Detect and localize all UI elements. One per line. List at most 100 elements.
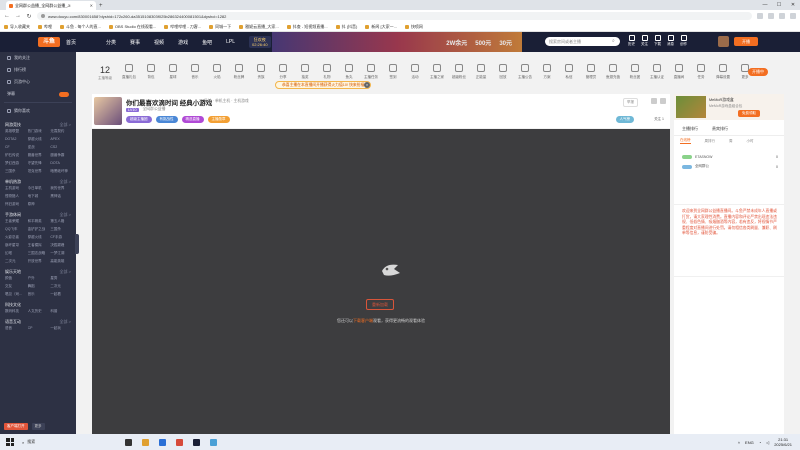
close-window-button[interactable]: ✕ [786,0,800,10]
toolbar-item[interactable]: 主播任务 [360,64,382,80]
nav-link[interactable]: 鱼吧 [202,39,212,46]
category-link[interactable]: 高能英雄 [50,259,71,264]
anchor-tag[interactable]: 主播勋章 [207,116,230,123]
reload-icon[interactable]: ↻ [26,13,32,20]
category-link[interactable]: 唱见（戏... [5,292,26,297]
category-link[interactable]: 主机游戏 [5,186,26,191]
bookmark-item[interactable]: OBS Studio 在线观看... [108,24,156,30]
toolbar-item[interactable]: 星球 [162,64,184,80]
ad-card[interactable]: MeMoR游戏盒 MeMoR游戏盒组合包 免费领取 [674,94,784,120]
rank-badge[interactable]: 人气榜 [615,116,634,123]
file-explorer-icon[interactable] [142,438,150,446]
download-button[interactable]: 下载 [654,35,661,47]
page-scrollbar[interactable] [786,52,800,434]
category-link[interactable]: 王者模拟 [28,243,49,248]
promo-banner[interactable]: 2W余元 500元 30元 [272,32,522,52]
report-button[interactable]: 举报 [623,98,638,107]
subtab[interactable]: 周排行 [705,139,716,144]
toolbar-item[interactable]: 回放 [492,64,514,80]
category-link[interactable]: 原神 [28,202,49,207]
anchor-level[interactable]: 12 主播等级 [92,64,118,81]
more-button[interactable]: 更多 [31,423,45,430]
toolbar-item[interactable]: 主播之家 [426,64,448,80]
sidebar-item-recommend[interactable]: 猜你喜欢 [0,105,76,117]
anchor-name[interactable]: 全网群公益播 [143,107,166,112]
chevron-up-icon[interactable]: ˄ [738,440,740,445]
category-link[interactable]: 三国志战略 [28,251,49,256]
notification-toast[interactable]: 恭喜主播在本直播间开播获得火力值10! 快来抢福利 [275,81,371,89]
sidebar-item-games[interactable]: 页游中心 [0,76,76,88]
category-link[interactable]: CF手游 [50,235,71,240]
bookmark-item[interactable]: 快喷网 [404,24,423,30]
open-client-button[interactable]: 客户端打开 [4,423,28,430]
toolbar-item[interactable]: 背包 [140,64,162,80]
toolbar-item[interactable]: 超级粉丝 [448,64,470,80]
close-tab-icon[interactable]: ✕ [90,3,93,8]
toolbar-item[interactable]: 抽奖 [294,64,316,80]
download-client-link[interactable]: 下载客户端 [353,318,373,323]
category-link[interactable]: 火影忍者 [5,235,26,240]
menu-icon[interactable] [790,13,796,19]
room-category[interactable]: 导航 · 单机主机 · 主机游戏 [204,99,249,104]
windows-start-icon[interactable] [6,438,14,446]
minimize-button[interactable]: — [758,0,772,10]
toolbar-item[interactable]: 签到 [382,64,404,80]
category-link[interactable]: 一梦江湖 [50,251,71,256]
category-link[interactable]: 逆战 [28,145,49,150]
bookmark-item[interactable]: 导入收藏夹 [4,24,30,30]
app-icon[interactable] [176,438,184,446]
browser-tab[interactable]: 全网群公益播_全网群公益播_Ji ✕ [6,1,96,10]
category-link[interactable]: DOTA2 [5,137,26,142]
category-link[interactable]: 音乐 [28,292,49,297]
bookmark-item[interactable]: 哔哩哔哩 - 刀客... [164,24,201,30]
category-link[interactable]: 三国杀 [5,169,26,174]
toolbar-item[interactable]: 活动 [404,64,426,80]
taskbar-search[interactable]: ⌕ 搜索 [22,439,35,445]
category-link[interactable]: 二次元 [5,259,26,264]
douyu-logo[interactable]: 斗鱼 [38,37,60,47]
category-link[interactable]: QQ飞车 [5,227,26,232]
sidebar-collapse-handle[interactable] [75,234,79,254]
anchor-tag[interactable]: 精选直播 [181,116,204,123]
weibo-icon[interactable] [660,98,666,104]
nav-home-link[interactable]: 首页 [66,39,76,46]
category-link[interactable]: 科普 [50,309,71,314]
message-button[interactable]: 消息 [667,35,674,47]
category-link[interactable]: 人文历史 [28,309,49,314]
tab-vip-rank[interactable]: 贵宾排行 [712,126,728,132]
sidebar-item-rank[interactable]: 排行榜 [0,64,76,76]
subtab[interactable]: 小时 [747,139,754,144]
task-view-icon[interactable] [125,438,133,446]
category-link[interactable]: 怪物猎人 [5,194,26,199]
danmu-toggle[interactable] [59,91,69,97]
follow-button[interactable]: 关注 [641,35,648,47]
toolbar-item[interactable]: 鱼翅充值 [602,64,624,80]
category-link[interactable]: 数码科技 [5,309,26,314]
create-button[interactable]: 创作 [680,35,687,47]
category-link[interactable]: 二次元 [50,284,71,289]
toolbar-item[interactable]: 私信 [558,64,580,80]
nav-link[interactable]: 赛事 [130,39,140,46]
category-link[interactable]: 金铲铲之战 [28,227,49,232]
category-link[interactable]: CS2 [50,145,71,150]
site-search-input[interactable]: 搜索房间或者主播 [545,37,620,46]
section-more-link[interactable]: 全部 > [60,319,71,325]
category-link[interactable]: 开放世界 [28,259,49,264]
category-link[interactable]: 三国杀 [50,227,71,232]
toolbar-item[interactable]: 鱼丸 [338,64,360,80]
category-link[interactable]: 穿越火线 [28,235,49,240]
share-icon[interactable] [651,98,657,104]
category-link[interactable]: 梦幻西游 [5,161,26,166]
section-more-link[interactable]: 全部 > [60,269,71,275]
category-link[interactable]: 崩坏星穹 [5,243,26,248]
clock[interactable]: 21:31 2025/6/21 [774,437,792,447]
volume-icon[interactable]: ◁ [766,440,769,445]
rank-row[interactable]: 全网群公 0 [674,162,784,171]
live-status-button[interactable]: 开播中 [748,68,768,76]
bookmark-item[interactable]: 抖查 - 短视频直播... [286,24,328,30]
category-link[interactable]: 怀旧游戏 [5,202,26,207]
tray-lang[interactable]: ENG [745,440,754,445]
category-link[interactable]: 无畏契约 [50,129,71,134]
category-link[interactable]: 黑神话 [50,194,71,199]
anchor-avatar[interactable] [94,97,122,125]
